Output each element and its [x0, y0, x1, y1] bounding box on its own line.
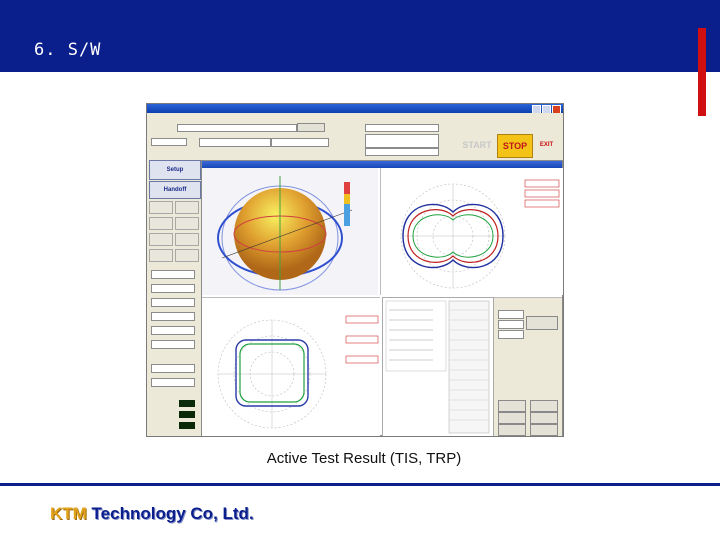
phi-legend-box-2 — [345, 335, 379, 344]
color-scale-top — [344, 182, 350, 194]
display-button[interactable] — [526, 316, 558, 330]
legend-box-1 — [524, 179, 560, 188]
operator-field[interactable] — [365, 148, 439, 156]
measurement-window — [201, 160, 563, 436]
stop-button[interactable]: STOP — [497, 134, 533, 158]
display-type-select[interactable] — [498, 310, 524, 319]
window-title-bar — [147, 104, 563, 114]
phi-cut-polar-plot — [217, 315, 379, 429]
measurement-time-field[interactable] — [151, 138, 187, 146]
phone-name-field[interactable] — [365, 124, 439, 132]
print-button[interactable] — [149, 233, 173, 246]
az-axis-status — [179, 400, 195, 407]
software-screenshot: START STOP EXIT Setup Handoff — [146, 103, 564, 437]
save-image-button[interactable] — [498, 424, 526, 436]
display-options-pane — [494, 297, 562, 436]
measurement-window-title-bar — [202, 161, 562, 168]
3d-pattern-pane — [202, 168, 378, 295]
values-column — [448, 300, 490, 434]
phi-legend-box-3 — [345, 355, 379, 364]
cell-id-field[interactable] — [151, 378, 195, 387]
result-button[interactable] — [175, 249, 199, 262]
phone-info-field[interactable] — [365, 134, 439, 148]
show-button[interactable] — [149, 249, 173, 262]
bts-pow-select[interactable] — [151, 298, 195, 307]
cell-channel-field[interactable] — [151, 364, 195, 373]
call-button[interactable] — [149, 201, 173, 214]
screenshot-caption: Active Test Result (TIS, TRP) — [266, 450, 462, 467]
2d-polar-pattern — [400, 179, 560, 289]
sequence-status — [179, 422, 195, 429]
option-button-2[interactable] — [530, 400, 558, 412]
position-status — [179, 411, 195, 418]
legend-box-3 — [524, 199, 560, 208]
test-info-box — [385, 300, 447, 372]
option-button-3[interactable] — [498, 412, 526, 424]
cal-fill-select[interactable] — [151, 326, 195, 335]
window-menu-bar — [147, 113, 563, 121]
handoff-button[interactable]: Handoff — [149, 181, 201, 199]
accent-bar — [698, 28, 706, 116]
option-button-4[interactable] — [530, 412, 558, 424]
meas-button[interactable] — [149, 217, 173, 230]
company-name: Technology Co, Ltd. — [86, 504, 254, 523]
register-button[interactable] — [175, 217, 199, 230]
footer-divider — [0, 483, 720, 486]
exit-button[interactable]: EXIT — [534, 134, 559, 156]
3d-radiation-pattern — [217, 176, 353, 291]
call-end-button[interactable] — [175, 201, 199, 214]
test-condition-select[interactable] — [271, 138, 329, 147]
phi-cut-pane — [202, 297, 380, 436]
start-button[interactable]: START — [457, 134, 497, 156]
color-scale-mid — [344, 194, 350, 204]
phi-legend-box-1 — [345, 315, 379, 324]
display-scale-select[interactable] — [498, 320, 524, 329]
setup-button[interactable]: Setup — [149, 160, 201, 180]
company-brand: KTM — [50, 504, 87, 523]
result-summary-table — [385, 300, 490, 434]
model-name-field[interactable] — [177, 124, 297, 132]
slide-title: 6. S/W — [34, 40, 102, 60]
result-summary-pane — [382, 297, 494, 436]
capture-button[interactable] — [175, 233, 199, 246]
title-bar — [0, 0, 720, 72]
company-logo: KTM Technology Co, Ltd. — [50, 504, 254, 524]
source-polarization-select[interactable] — [199, 138, 271, 147]
option-button-1[interactable] — [498, 400, 526, 412]
2d-pattern-pane — [380, 168, 563, 295]
left-control-panel: Setup Handoff — [149, 160, 201, 434]
display-mode-select[interactable] — [498, 330, 524, 339]
meas-step-select[interactable] — [151, 340, 195, 349]
band-select[interactable] — [151, 270, 195, 279]
save-path-button[interactable] — [297, 123, 325, 132]
start-pow-select[interactable] — [151, 284, 195, 293]
legend-box-2 — [524, 189, 560, 198]
reset-button[interactable] — [530, 424, 558, 436]
value-select[interactable] — [151, 312, 195, 321]
